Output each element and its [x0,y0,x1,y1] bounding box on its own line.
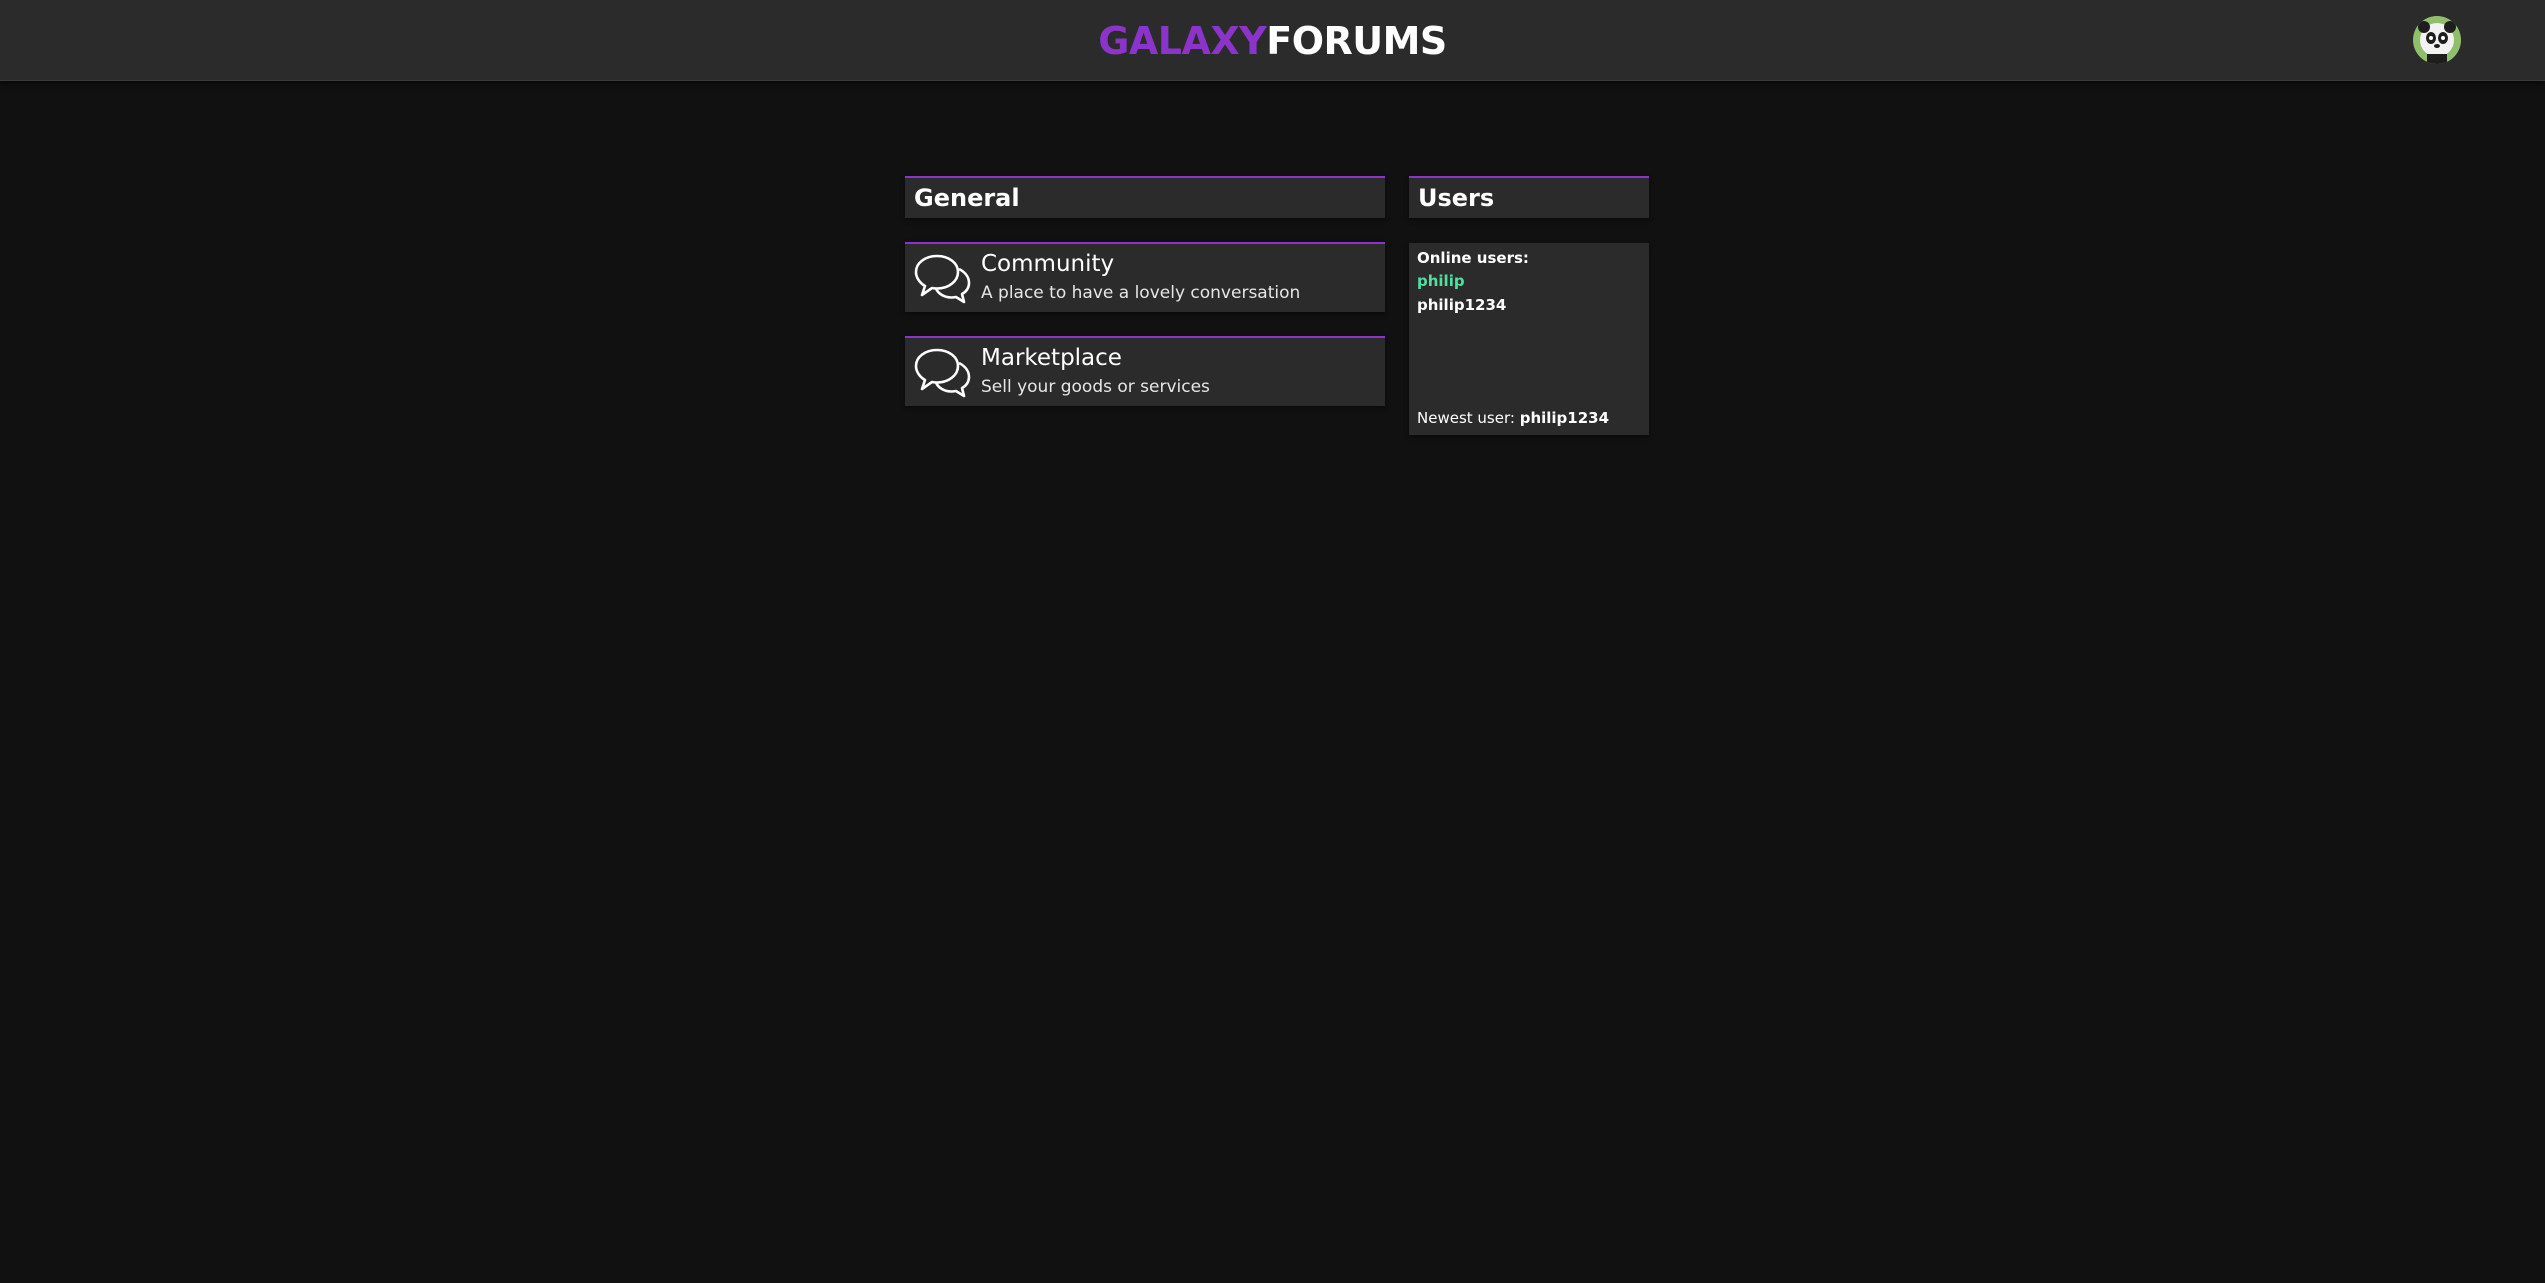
user-avatar[interactable] [2413,16,2461,64]
online-user-link[interactable]: philip1234 [1417,296,1506,314]
chat-bubbles-icon [914,254,971,304]
top-bar: GALAXYFORUMS [0,0,2545,81]
newest-user-line: Newest user: philip1234 [1417,409,1609,427]
forum-item-community[interactable]: Community A place to have a lovely conve… [905,242,1385,312]
chat-bubbles-icon [914,348,971,398]
logo-forums: FORUMS [1266,19,1447,63]
forum-description: A place to have a lovely conversation [981,283,1301,303]
site-logo[interactable]: GALAXYFORUMS [0,18,2545,64]
forum-title[interactable]: Community [981,251,1114,277]
logo-galaxy: GALAXY [1098,19,1267,63]
panda-avatar-icon [2413,16,2461,64]
newest-user-label: Newest user: [1417,409,1515,427]
users-panel: Online users: philip philip1234 Newest u… [1409,243,1649,435]
forum-title[interactable]: Marketplace [981,345,1122,371]
online-user-link[interactable]: philip [1417,272,1465,290]
forum-item-marketplace[interactable]: Marketplace Sell your goods or services [905,336,1385,406]
general-section-title: General [914,184,1020,212]
forum-description: Sell your goods or services [981,377,1210,397]
users-section-title: Users [1418,184,1495,212]
general-section-header: General [905,176,1385,218]
users-section-header: Users [1409,176,1649,218]
online-users-label: Online users: [1417,249,1529,267]
newest-user-link[interactable]: philip1234 [1520,409,1609,427]
